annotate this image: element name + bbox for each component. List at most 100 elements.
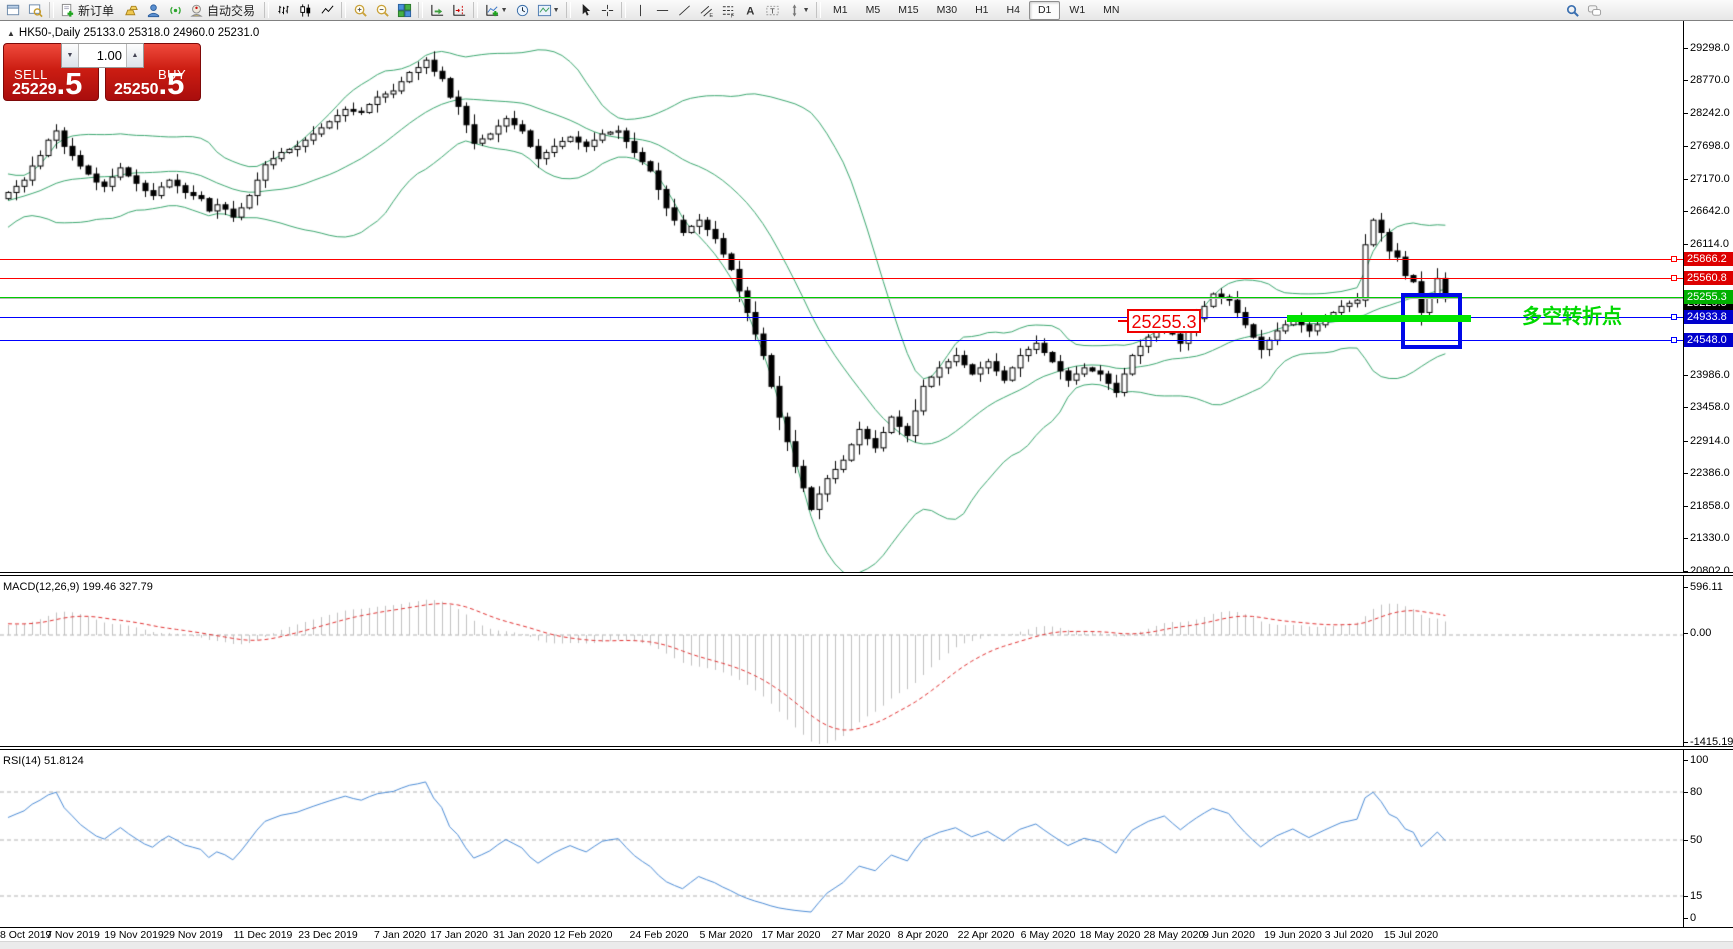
bar-chart-button[interactable] bbox=[272, 1, 294, 20]
rsi-axis-tick bbox=[1684, 792, 1688, 793]
zoom-out-button[interactable] bbox=[371, 1, 393, 20]
timeframe-mn-button[interactable]: MN bbox=[1094, 1, 1128, 20]
text-label-button[interactable]: T bbox=[761, 1, 783, 20]
cursor-button[interactable] bbox=[574, 1, 596, 20]
text-button[interactable]: A bbox=[739, 1, 761, 20]
macd-pane-canvas[interactable] bbox=[0, 576, 1683, 746]
new-window-button[interactable] bbox=[2, 1, 24, 20]
window-preview-button[interactable] bbox=[24, 1, 46, 20]
gold-ingot-icon bbox=[124, 5, 138, 15]
price-tag-24933-8: 24933.8 bbox=[1684, 310, 1733, 324]
fibonacci-button[interactable]: F bbox=[717, 1, 739, 20]
trendline-button[interactable] bbox=[673, 1, 695, 20]
tile-windows-button[interactable] bbox=[393, 1, 415, 20]
volume-increase-button[interactable]: ▲ bbox=[126, 44, 143, 67]
timeframe-m5-button[interactable]: M5 bbox=[857, 1, 890, 20]
price-line-25866-2[interactable] bbox=[0, 259, 1683, 260]
fibonacci-icon: F bbox=[722, 5, 734, 18]
price-axis-label: 29298.0 bbox=[1690, 42, 1730, 54]
equidistant-channel-button[interactable]: E bbox=[695, 1, 717, 20]
chevron-down-icon: ▼ bbox=[500, 6, 508, 14]
buy-price-frac: .5 bbox=[158, 66, 185, 101]
crosshair-icon bbox=[601, 4, 613, 16]
periods-clock-button[interactable] bbox=[511, 1, 533, 20]
line-chart-button[interactable] bbox=[316, 1, 338, 20]
date-axis-label: 8 Oct 2019 bbox=[0, 929, 52, 941]
chart-shift-button[interactable] bbox=[448, 1, 470, 20]
timeframe-m15-button[interactable]: M15 bbox=[889, 1, 927, 20]
price-axis-tick bbox=[1684, 244, 1688, 245]
pane-separator[interactable] bbox=[0, 572, 1733, 576]
clock-icon bbox=[516, 4, 528, 16]
date-axis-label: 8 Apr 2020 bbox=[897, 929, 949, 941]
date-axis-label: 7 Jan 2020 bbox=[374, 929, 426, 941]
rsi-axis-tick bbox=[1684, 896, 1688, 897]
timeframe-w1-button[interactable]: W1 bbox=[1060, 1, 1094, 20]
collapse-panel-arrow[interactable]: ▲ bbox=[7, 29, 15, 38]
timeframe-m1-button[interactable]: M1 bbox=[824, 1, 857, 20]
date-axis-label: 17 Jan 2020 bbox=[430, 929, 488, 941]
chart-area: 29298.0 28770.0 28242.0 27698.0 27170.0 26642… bbox=[0, 21, 1733, 949]
new-order-label: 新订单 bbox=[78, 3, 115, 18]
rsi-axis-tick bbox=[1684, 918, 1688, 919]
metatrader-window: 新订单 自动交易 ▼ ▼ E F A T ▼ M1 M5 M15 M30 H1 … bbox=[0, 0, 1733, 949]
candlestick-chart-button[interactable] bbox=[294, 1, 316, 20]
turning-point-note[interactable]: 多空转折点 bbox=[1522, 300, 1622, 329]
timeframe-h1-button[interactable]: H1 bbox=[966, 1, 997, 20]
timeframe-h4-button[interactable]: H4 bbox=[998, 1, 1029, 20]
toolbar-separator bbox=[816, 2, 822, 18]
toolbar-separator bbox=[418, 2, 424, 18]
zoom-in-button[interactable] bbox=[349, 1, 371, 20]
indicators-add-icon bbox=[485, 4, 498, 16]
timeframe-d1-button[interactable]: D1 bbox=[1028, 0, 1061, 20]
signal-icon bbox=[169, 6, 181, 14]
line-handle-marker[interactable] bbox=[1671, 337, 1677, 343]
price-axis-label: 26114.0 bbox=[1690, 238, 1729, 250]
autotrading-button[interactable]: 自动交易 bbox=[186, 1, 261, 20]
indicators-button[interactable]: ▼ bbox=[481, 1, 511, 20]
chevron-down-icon: ▼ bbox=[552, 6, 560, 14]
signals-button[interactable] bbox=[164, 1, 186, 20]
price-axis-tick bbox=[1684, 146, 1688, 147]
date-axis-label: 31 Jan 2020 bbox=[493, 929, 551, 941]
autotrading-label: 自动交易 bbox=[207, 3, 256, 18]
green-zone-bar[interactable] bbox=[1287, 315, 1471, 322]
price-axis-tick bbox=[1684, 179, 1688, 180]
date-axis-label: 11 Dec 2019 bbox=[233, 929, 293, 941]
volume-value[interactable]: 1.00 bbox=[79, 44, 126, 67]
price-axis-label: 22386.0 bbox=[1690, 467, 1730, 479]
search-icon bbox=[1566, 4, 1579, 17]
horizontal-line-button[interactable] bbox=[651, 1, 673, 20]
price-axis-tick bbox=[1684, 211, 1688, 212]
text-label-icon: T bbox=[765, 5, 779, 15]
rsi-pane-canvas[interactable] bbox=[0, 750, 1683, 927]
text-icon: A bbox=[746, 5, 754, 17]
price-axis-label: 23458.0 bbox=[1690, 401, 1730, 413]
volume-decrease-button[interactable]: ▼ bbox=[62, 44, 79, 67]
vertical-line-button[interactable] bbox=[629, 1, 651, 20]
line-handle-marker[interactable] bbox=[1671, 314, 1677, 320]
price-callout-box[interactable]: 25255.3 bbox=[1118, 309, 1201, 333]
contacts-button[interactable] bbox=[142, 1, 164, 20]
search-button[interactable] bbox=[1561, 1, 1583, 20]
price-line-25560-8[interactable] bbox=[0, 278, 1683, 279]
new-order-button[interactable]: 新订单 bbox=[57, 1, 120, 20]
rsi-axis-label: 15 bbox=[1690, 890, 1703, 902]
timeframe-m30-button[interactable]: M30 bbox=[928, 1, 966, 20]
vertical-line-icon bbox=[639, 4, 641, 16]
price-axis-label: 22914.0 bbox=[1690, 435, 1730, 447]
templates-button[interactable]: ▼ bbox=[533, 1, 563, 20]
arrows-button[interactable]: ▼ bbox=[783, 1, 813, 20]
time-axis-line bbox=[0, 927, 1733, 928]
pane-separator[interactable] bbox=[0, 746, 1733, 750]
line-handle-marker[interactable] bbox=[1671, 256, 1677, 262]
deposit-gold-button[interactable] bbox=[120, 1, 142, 20]
crosshair-button[interactable] bbox=[596, 1, 618, 20]
one-click-trading-panel: SELL 25229.5 BUY 25250.5 ▼ 1.00 ▲ bbox=[3, 43, 201, 101]
date-axis-label: 3 Jul 2020 bbox=[1324, 929, 1374, 941]
chat-button[interactable] bbox=[1583, 1, 1605, 20]
arrows-icon bbox=[792, 3, 796, 17]
line-handle-marker[interactable] bbox=[1671, 275, 1677, 281]
timeframe-toolbar: M1 M5 M15 M30 H1 H4 D1 W1 MN bbox=[824, 0, 1128, 20]
auto-scroll-button[interactable] bbox=[426, 1, 448, 20]
